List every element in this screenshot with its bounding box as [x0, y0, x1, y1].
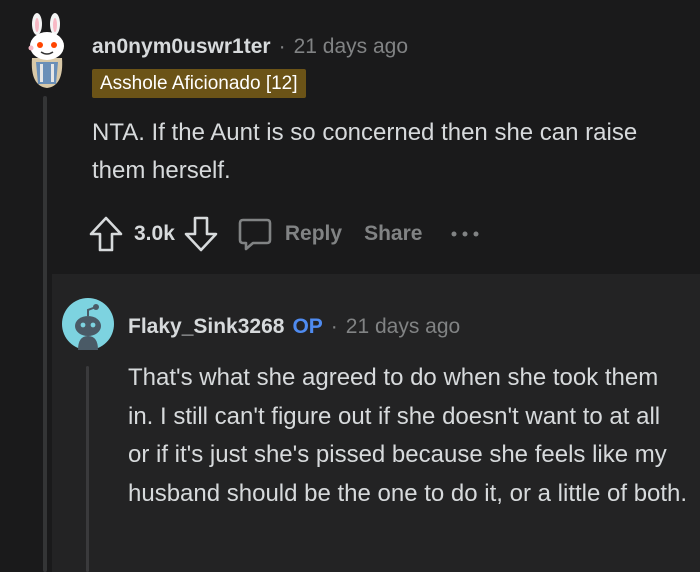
reply-label: Reply: [284, 222, 343, 245]
reply-timestamp[interactable]: 21 days ago: [346, 315, 460, 339]
reply-button[interactable]: Reply: [237, 216, 342, 252]
reply-icon: [237, 216, 273, 252]
thread-line[interactable]: [43, 96, 47, 572]
separator: ·: [330, 315, 338, 338]
username[interactable]: an0nym0uswr1ter: [92, 35, 271, 59]
comment-meta: an0nym0uswr1ter · 21 days ago: [92, 33, 408, 61]
timestamp[interactable]: 21 days ago: [294, 35, 408, 59]
separator: ·: [278, 35, 286, 58]
user-flair: Asshole Aficionado [12]: [92, 69, 306, 98]
snoo-avatar-icon: [62, 298, 114, 350]
user-avatar[interactable]: [22, 12, 72, 90]
comment-body: NTA. If the Aunt is so concerned then sh…: [92, 119, 638, 184]
reply-body: That's what she agreed to do when she to…: [128, 364, 688, 507]
op-badge: OP: [292, 315, 323, 338]
reply-thread-line[interactable]: [86, 366, 89, 572]
share-button[interactable]: Share: [364, 222, 422, 246]
comment-actions: 3.0k Reply Share: [88, 212, 480, 256]
reply-meta: Flaky_Sink3268 OP · 21 days ago: [128, 313, 460, 341]
reply-username[interactable]: Flaky_Sink3268: [128, 315, 284, 339]
more-icon[interactable]: [450, 230, 480, 238]
reply-avatar[interactable]: [62, 298, 114, 350]
vote-count: 3.0k: [134, 222, 175, 245]
snoo-avatar-icon: [28, 13, 64, 88]
upvote-icon[interactable]: [88, 215, 124, 253]
downvote-icon[interactable]: [183, 215, 219, 253]
